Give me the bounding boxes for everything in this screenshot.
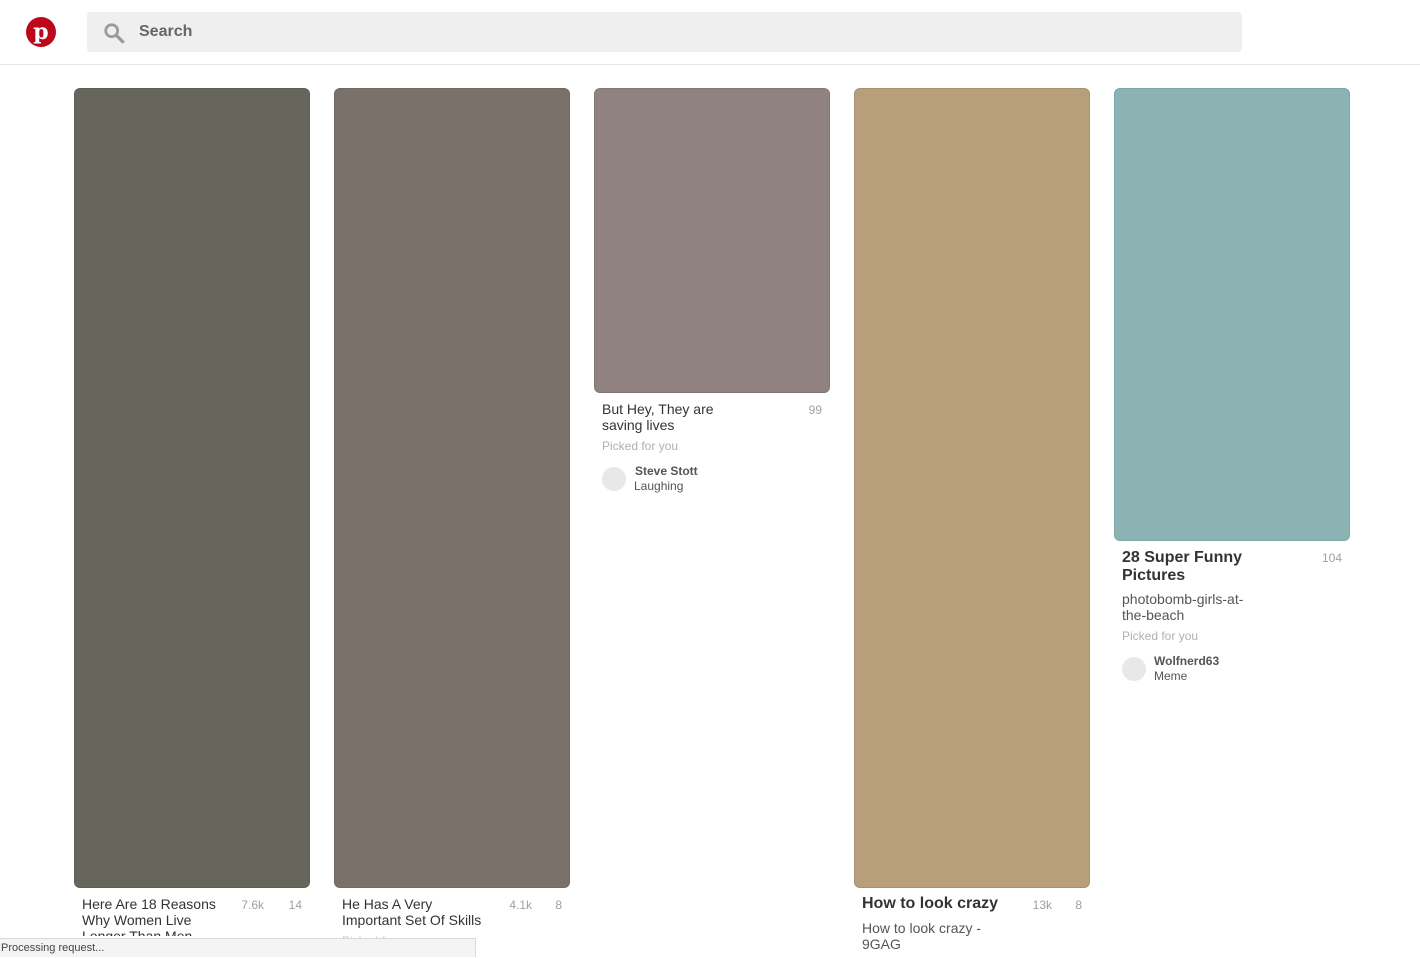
avatar[interactable] bbox=[602, 467, 626, 491]
repin-count: 7.6k bbox=[241, 898, 264, 912]
picked-for-you-label: Picked for you bbox=[602, 439, 679, 453]
top-header: p bbox=[0, 0, 1420, 65]
pin-card[interactable]: But Hey, They are saving lives 99 Picked… bbox=[594, 88, 830, 508]
board-name[interactable]: Meme bbox=[1154, 669, 1187, 683]
search-icon bbox=[104, 23, 125, 44]
pin-description: photobomb-girls-at-the-beach bbox=[1122, 591, 1244, 623]
pin-image[interactable] bbox=[74, 88, 310, 888]
like-count: 14 bbox=[288, 898, 302, 912]
board-name[interactable]: Laughing bbox=[634, 479, 683, 493]
search-bar[interactable] bbox=[87, 12, 1242, 52]
pin-card[interactable]: He Has A Very Important Set Of Skills 4.… bbox=[334, 88, 570, 957]
pin-image[interactable] bbox=[334, 88, 570, 888]
pin-image[interactable] bbox=[1114, 88, 1350, 541]
pin-description: How to look crazy - 9GAG bbox=[862, 920, 982, 952]
pin-title[interactable]: 28 Super Funny Pictures bbox=[1122, 549, 1257, 585]
pin-card[interactable]: How to look crazy 13k 8 How to look craz… bbox=[854, 88, 1090, 957]
pin-image[interactable] bbox=[594, 88, 830, 393]
search-input[interactable] bbox=[139, 12, 1229, 52]
pin-title[interactable]: He Has A Very Important Set Of Skills bbox=[342, 896, 492, 928]
repin-count: 4.1k bbox=[509, 898, 532, 912]
pin-title[interactable]: How to look crazy bbox=[862, 895, 1022, 913]
repin-count: 104 bbox=[1321, 551, 1342, 565]
browser-status-bar: Processing request... bbox=[0, 938, 476, 957]
pinner-name[interactable]: Steve Stott bbox=[635, 464, 698, 478]
avatar[interactable] bbox=[1122, 657, 1146, 681]
pin-title[interactable]: But Hey, They are saving lives bbox=[602, 401, 727, 433]
pin-title[interactable]: Here Are 18 Reasons Why Women Live Longe… bbox=[82, 896, 222, 936]
pin-image[interactable] bbox=[854, 88, 1090, 888]
like-count: 8 bbox=[1075, 898, 1082, 912]
like-count: 8 bbox=[555, 898, 562, 912]
repin-count: 13k bbox=[1032, 898, 1052, 912]
pinner-name[interactable]: Wolfnerd63 bbox=[1154, 654, 1219, 668]
picked-for-you-label: Picked for you bbox=[1122, 629, 1199, 643]
pin-card[interactable]: Here Are 18 Reasons Why Women Live Longe… bbox=[74, 88, 310, 957]
pinterest-logo-icon[interactable]: p bbox=[26, 17, 56, 47]
pin-card[interactable]: 28 Super Funny Pictures 104 photobomb-gi… bbox=[1114, 88, 1350, 698]
repin-count: 99 bbox=[808, 403, 822, 417]
